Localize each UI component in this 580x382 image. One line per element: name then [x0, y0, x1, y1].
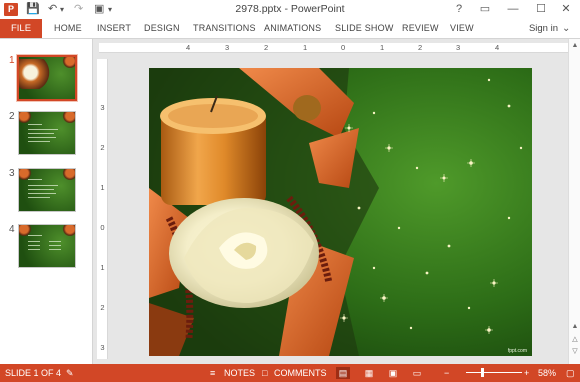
thumb-number: 2	[9, 111, 15, 122]
ruler-label: 1	[303, 43, 308, 52]
help-button[interactable]: ?	[448, 1, 470, 18]
previous-slide-icon[interactable]: △	[570, 335, 580, 345]
reading-view-icon[interactable]: ▣	[386, 367, 400, 379]
slide-sorter-icon[interactable]: ▦	[362, 367, 376, 379]
title-bar: P 💾 ↶ ▾ ↷ ▣ ▾ 2978.pptx - PowerPoint ? ▭…	[0, 0, 580, 19]
vertical-ruler[interactable]: 3 2 1 0 1 2 3	[97, 59, 108, 359]
present-icon[interactable]: ▣	[94, 2, 104, 17]
horizontal-ruler[interactable]: 4 3 2 1 0 1 2 3 4	[99, 43, 569, 53]
slide-thumbnail-4[interactable]	[18, 224, 76, 268]
slide-thumbnail-1[interactable]	[16, 54, 78, 102]
zoom-in-button[interactable]: +	[524, 364, 529, 382]
ruler-label: 4	[186, 43, 191, 52]
close-button[interactable]: ✕	[555, 1, 577, 18]
slide-watermark: fppt.com	[507, 348, 527, 354]
ruler-label: 2	[418, 43, 423, 52]
ruler-label: 3	[100, 343, 105, 352]
slide-background-image	[149, 68, 532, 356]
slide-indicator: SLIDE 1 OF 4	[5, 368, 62, 378]
comments-button[interactable]: COMMENTS	[274, 364, 327, 382]
notes-icon[interactable]: ≡	[210, 364, 215, 382]
scroll-up-icon[interactable]: ▲	[570, 322, 580, 332]
next-slide-icon[interactable]: ▽	[570, 347, 580, 357]
redo-icon[interactable]: ↷	[74, 2, 83, 17]
tab-insert[interactable]: INSERT	[97, 19, 131, 38]
ruler-label: 0	[341, 43, 346, 52]
file-tab[interactable]: FILE	[0, 19, 42, 38]
zoom-slider[interactable]	[466, 368, 522, 377]
tab-transitions[interactable]: TRANSITIONS	[193, 19, 256, 38]
thumb-number: 4	[9, 224, 15, 235]
tab-home[interactable]: HOME	[54, 19, 82, 38]
thumb-number: 3	[9, 168, 15, 179]
ruler-label: 2	[100, 143, 105, 152]
status-bar: SLIDE 1 OF 4 ✎ ≡ NOTES □ COMMENTS ▤ ▦ ▣ …	[0, 364, 580, 382]
ruler-label: 3	[456, 43, 461, 52]
ruler-label: 3	[225, 43, 230, 52]
comments-icon[interactable]: □	[262, 364, 267, 382]
ruler-label: 2	[100, 303, 105, 312]
sign-in-link[interactable]: Sign in	[529, 19, 558, 38]
spelling-icon[interactable]: ✎	[66, 364, 74, 382]
save-icon[interactable]: 💾	[26, 2, 40, 17]
notes-button[interactable]: NOTES	[224, 364, 255, 382]
slide-thumbnails-pane[interactable]: 1 2 3 4	[0, 39, 93, 365]
tab-review[interactable]: REVIEW	[402, 19, 439, 38]
powerpoint-logo-icon: P	[4, 3, 18, 16]
fit-slide-icon[interactable]: ▢	[566, 364, 575, 382]
undo-icon[interactable]: ↶	[48, 2, 57, 17]
ruler-label: 4	[495, 43, 500, 52]
slideshow-icon[interactable]: ▭	[410, 367, 424, 379]
minimize-button[interactable]: —	[502, 1, 524, 18]
ruler-label: 0	[100, 223, 105, 232]
slide-thumbnail-3[interactable]	[18, 168, 76, 212]
ruler-label: 2	[264, 43, 269, 52]
zoom-out-button[interactable]: −	[444, 364, 449, 382]
ribbon-tabs: FILE HOME INSERT DESIGN TRANSITIONS ANIM…	[0, 19, 580, 38]
customize-qat-icon[interactable]: ▾	[108, 2, 112, 17]
ruler-label: 1	[100, 183, 105, 192]
ribbon-display-button[interactable]: ▭	[474, 1, 496, 18]
maximize-button[interactable]: ☐	[530, 1, 552, 18]
vertical-scrollbar[interactable]: ▲ ▲ △ ▽	[568, 39, 580, 365]
expand-ribbon-icon[interactable]: ⌄	[562, 23, 574, 34]
ruler-label: 3	[100, 103, 105, 112]
scroll-up-icon[interactable]: ▲	[570, 41, 580, 51]
thumb-number: 1	[9, 55, 15, 66]
tab-view[interactable]: VIEW	[450, 19, 474, 38]
normal-view-icon[interactable]: ▤	[336, 367, 350, 379]
tab-design[interactable]: DESIGN	[144, 19, 180, 38]
zoom-level[interactable]: 58%	[538, 364, 556, 382]
ruler-label: 1	[100, 263, 105, 272]
tab-animations[interactable]: ANIMATIONS	[264, 19, 321, 38]
tab-slide-show[interactable]: SLIDE SHOW	[335, 19, 394, 38]
slide-thumbnail-2[interactable]	[18, 111, 76, 155]
undo-dropdown-icon[interactable]: ▾	[60, 2, 64, 17]
zoom-slider-thumb[interactable]	[480, 368, 484, 377]
ruler-label: 1	[380, 43, 385, 52]
slide-canvas[interactable]: fppt.com	[149, 68, 532, 356]
workspace: 1 2 3 4 4 3 2 1 0 1 2 3 4 3 2 1 0 1 2 3 …	[0, 38, 580, 365]
